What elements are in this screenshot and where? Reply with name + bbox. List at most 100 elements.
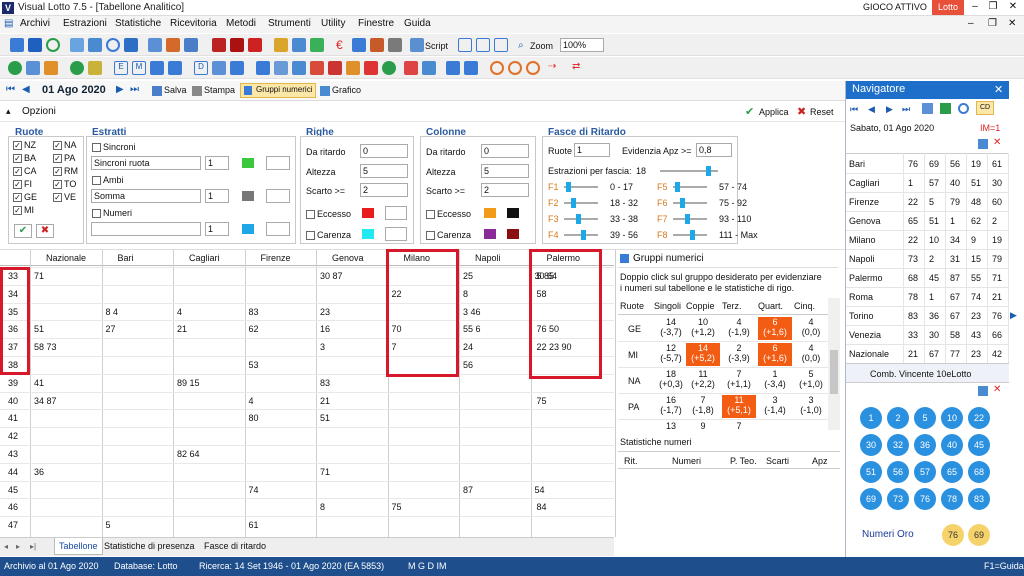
navigator-close-icon[interactable]: ✕: [994, 83, 1003, 96]
refresh-icon[interactable]: [46, 38, 60, 52]
doc-icon[interactable]: ▤: [4, 18, 13, 29]
gruppi-scroll-thumb[interactable]: [830, 350, 838, 394]
grid-cell[interactable]: 5: [106, 520, 111, 530]
righe-carenza-color2[interactable]: [385, 227, 407, 241]
ambi-color2[interactable]: [266, 189, 290, 203]
gruppi-cell[interactable]: 4 (0,0): [794, 317, 828, 340]
nav-number[interactable]: 45: [929, 273, 939, 283]
next-icon[interactable]: ▶: [116, 84, 124, 95]
nav-number[interactable]: 69: [929, 159, 939, 169]
nav-number[interactable]: 57: [929, 178, 939, 188]
nav-number[interactable]: 48: [971, 197, 981, 207]
nav-number[interactable]: 66: [992, 330, 1002, 340]
ruota-checkbox-ba[interactable]: ✓ BA: [13, 153, 36, 164]
gruppi-cell[interactable]: 10 (+1,2): [686, 317, 720, 340]
ambi-select[interactable]: Somma: [91, 189, 201, 203]
grid-cell[interactable]: 71: [320, 467, 330, 477]
fascia-thumb[interactable]: [581, 230, 586, 240]
d-icon[interactable]: D: [194, 61, 208, 75]
current-date[interactable]: 01 Ago 2020: [42, 84, 106, 96]
gruppi-cell[interactable]: 7 (-1,8): [686, 395, 720, 418]
minimize-icon[interactable]: –: [966, 1, 984, 12]
fascia-slider[interactable]: [673, 202, 707, 204]
book-icon[interactable]: [370, 38, 384, 52]
nav-number[interactable]: 43: [971, 330, 981, 340]
grid-cell[interactable]: 36: [34, 467, 44, 477]
nav-number[interactable]: 77: [950, 349, 960, 359]
righe-scarto-input[interactable]: 2: [360, 183, 408, 197]
last-icon[interactable]: ⏭: [130, 84, 139, 95]
table-icon[interactable]: [70, 38, 84, 52]
nav-delete-icon[interactable]: ✕: [993, 137, 1001, 148]
gruppi-cell[interactable]: 16 (-1,7): [654, 395, 688, 418]
cycle-icon[interactable]: [382, 61, 396, 75]
gruppi-cell[interactable]: 4 (0,0): [794, 343, 828, 366]
righe-carenza-color[interactable]: [362, 229, 374, 239]
numeri-input[interactable]: [91, 222, 201, 236]
bars-icon[interactable]: [150, 61, 164, 75]
pie-icon[interactable]: [166, 38, 180, 52]
grid-cell[interactable]: 51: [34, 324, 44, 334]
nav-number[interactable]: 19: [992, 235, 1002, 245]
nav-number[interactable]: 30: [929, 330, 939, 340]
ruota-checkbox-ve[interactable]: ✓ VE: [53, 192, 76, 203]
dots-4-icon[interactable]: [364, 61, 378, 75]
nav-number[interactable]: 62: [971, 216, 981, 226]
restore-icon[interactable]: ❐: [984, 1, 1002, 12]
grafico-button[interactable]: Grafico: [332, 85, 361, 95]
nav-number[interactable]: 10: [929, 235, 939, 245]
grid-cell[interactable]: 4: [249, 396, 254, 406]
script-label[interactable]: Script: [425, 41, 448, 51]
menu-estrazioni[interactable]: Estrazioni: [63, 18, 107, 29]
ambi-count[interactable]: 1: [205, 189, 229, 203]
nav-number[interactable]: 1: [908, 178, 913, 188]
tabs-next-icon[interactable]: ▸: [16, 542, 20, 551]
colonne-scarto-input[interactable]: 2: [481, 183, 529, 197]
grid-cell[interactable]: 41: [34, 378, 44, 388]
ruota-checkbox-fi[interactable]: ✓ FI: [13, 179, 32, 190]
nav-number[interactable]: 36: [929, 311, 939, 321]
nav-edit-icon[interactable]: [978, 139, 988, 149]
gruppi-cell[interactable]: [758, 421, 792, 430]
nav-number[interactable]: 2: [992, 216, 997, 226]
grid-cell[interactable]: 21: [177, 324, 187, 334]
fascia-slider[interactable]: [673, 218, 707, 220]
numeri-color2[interactable]: [266, 222, 290, 236]
dots-3-icon[interactable]: [346, 61, 360, 75]
grid-cell[interactable]: 8: [320, 502, 325, 512]
arrows-icon[interactable]: [446, 61, 460, 75]
nav-number[interactable]: 51: [971, 178, 981, 188]
gruppi-cell[interactable]: [794, 421, 828, 430]
nav-number[interactable]: 42: [992, 349, 1002, 359]
ruota-checkbox-ge[interactable]: ✓ GE: [13, 192, 37, 203]
grid-cell[interactable]: 51: [320, 413, 330, 423]
split-icon[interactable]: [404, 61, 418, 75]
grid-cell[interactable]: 75: [537, 396, 547, 406]
list-icon[interactable]: [184, 38, 198, 52]
evidenzia-input[interactable]: 0,8: [696, 143, 732, 157]
gruppi-cell[interactable]: 3 (-1,0): [794, 395, 828, 418]
reset-button[interactable]: Reset: [810, 107, 834, 117]
gs-icon[interactable]: [212, 38, 226, 52]
s-circle-icon[interactable]: [490, 61, 504, 75]
c-circle-icon[interactable]: [526, 61, 540, 75]
fascia-thumb[interactable]: [685, 214, 690, 224]
sincroni-color2[interactable]: [266, 156, 290, 170]
nav-number[interactable]: 34: [950, 235, 960, 245]
nav-number[interactable]: 51: [929, 216, 939, 226]
grid-cell[interactable]: 61: [249, 520, 259, 530]
sp-icon[interactable]: [248, 38, 262, 52]
nav-number[interactable]: 60: [992, 197, 1002, 207]
grid-icon[interactable]: [10, 38, 24, 52]
nav-number[interactable]: 23: [971, 349, 981, 359]
grid-cell[interactable]: 25: [463, 271, 473, 281]
nav-number[interactable]: 67: [950, 292, 960, 302]
nav-ruota[interactable]: Firenze: [849, 197, 879, 207]
nav-number[interactable]: 87: [950, 273, 960, 283]
key-icon[interactable]: [88, 61, 102, 75]
search-doc-icon[interactable]: [26, 61, 40, 75]
grid-cell[interactable]: 54: [535, 485, 545, 495]
nav-number[interactable]: 23: [971, 311, 981, 321]
nav-number[interactable]: 76: [908, 159, 918, 169]
nav-ruota[interactable]: Milano: [849, 235, 876, 245]
